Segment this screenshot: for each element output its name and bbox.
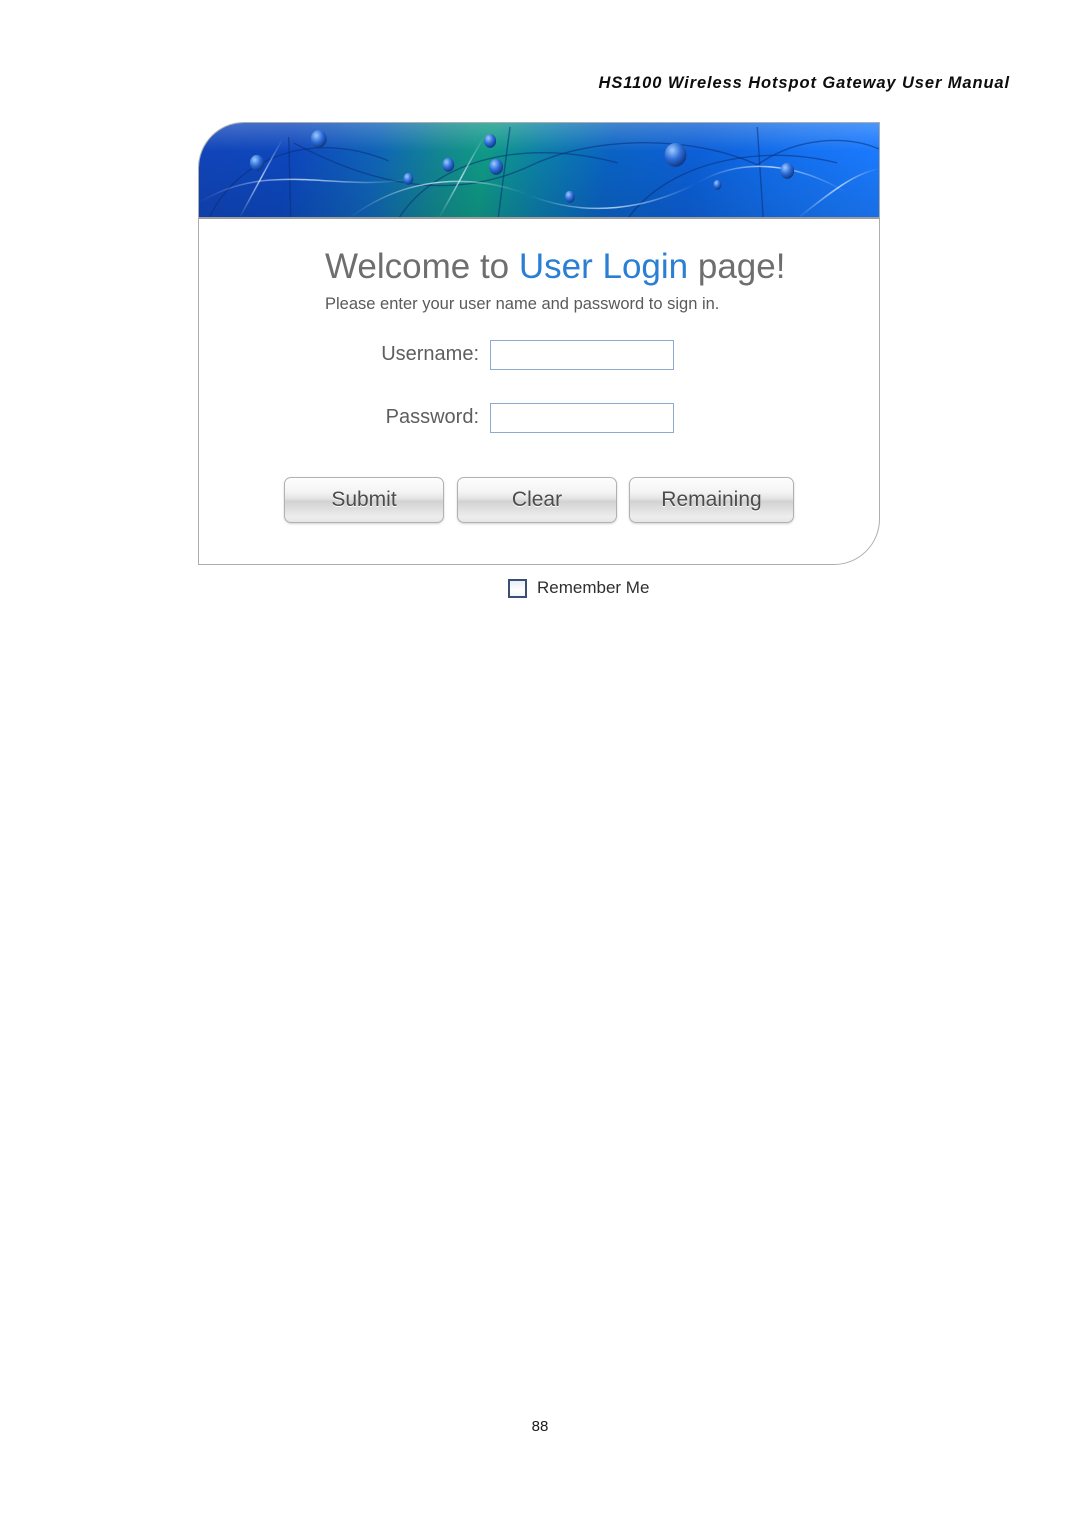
page-number: 88	[531, 1418, 549, 1435]
password-label: Password:	[385, 406, 479, 428]
password-row: Password:	[199, 403, 879, 437]
document-header-title: HS1100 Wireless Hotspot Gateway User Man…	[598, 74, 1010, 92]
username-label: Username:	[381, 343, 479, 365]
page-title-prefix: Welcome to	[325, 247, 519, 286]
card-body: Welcome to User Login page! Please enter…	[199, 219, 879, 566]
remember-me-checkbox[interactable]	[508, 578, 527, 598]
page-title: Welcome to User Login page!	[325, 247, 785, 287]
page-title-highlight: User Login	[518, 247, 689, 286]
submit-button[interactable]: Submit	[284, 477, 444, 523]
username-row: Username:	[199, 340, 879, 374]
password-input[interactable]	[490, 403, 674, 433]
button-bar: Submit Clear Remaining	[199, 477, 879, 525]
page-subtitle: Please enter your user name and password…	[325, 295, 720, 313]
remember-me-label: Remember Me	[537, 578, 650, 597]
card-banner	[199, 123, 879, 219]
remember-me-row[interactable]: Remember Me	[508, 578, 649, 598]
user-login-card: Welcome to User Login page! Please enter…	[198, 122, 880, 565]
remaining-button[interactable]: Remaining	[629, 477, 794, 523]
page-title-suffix: page!	[688, 247, 786, 286]
username-input[interactable]	[490, 340, 674, 370]
network-nodes-graphic	[199, 126, 879, 217]
clear-button[interactable]: Clear	[457, 477, 617, 523]
